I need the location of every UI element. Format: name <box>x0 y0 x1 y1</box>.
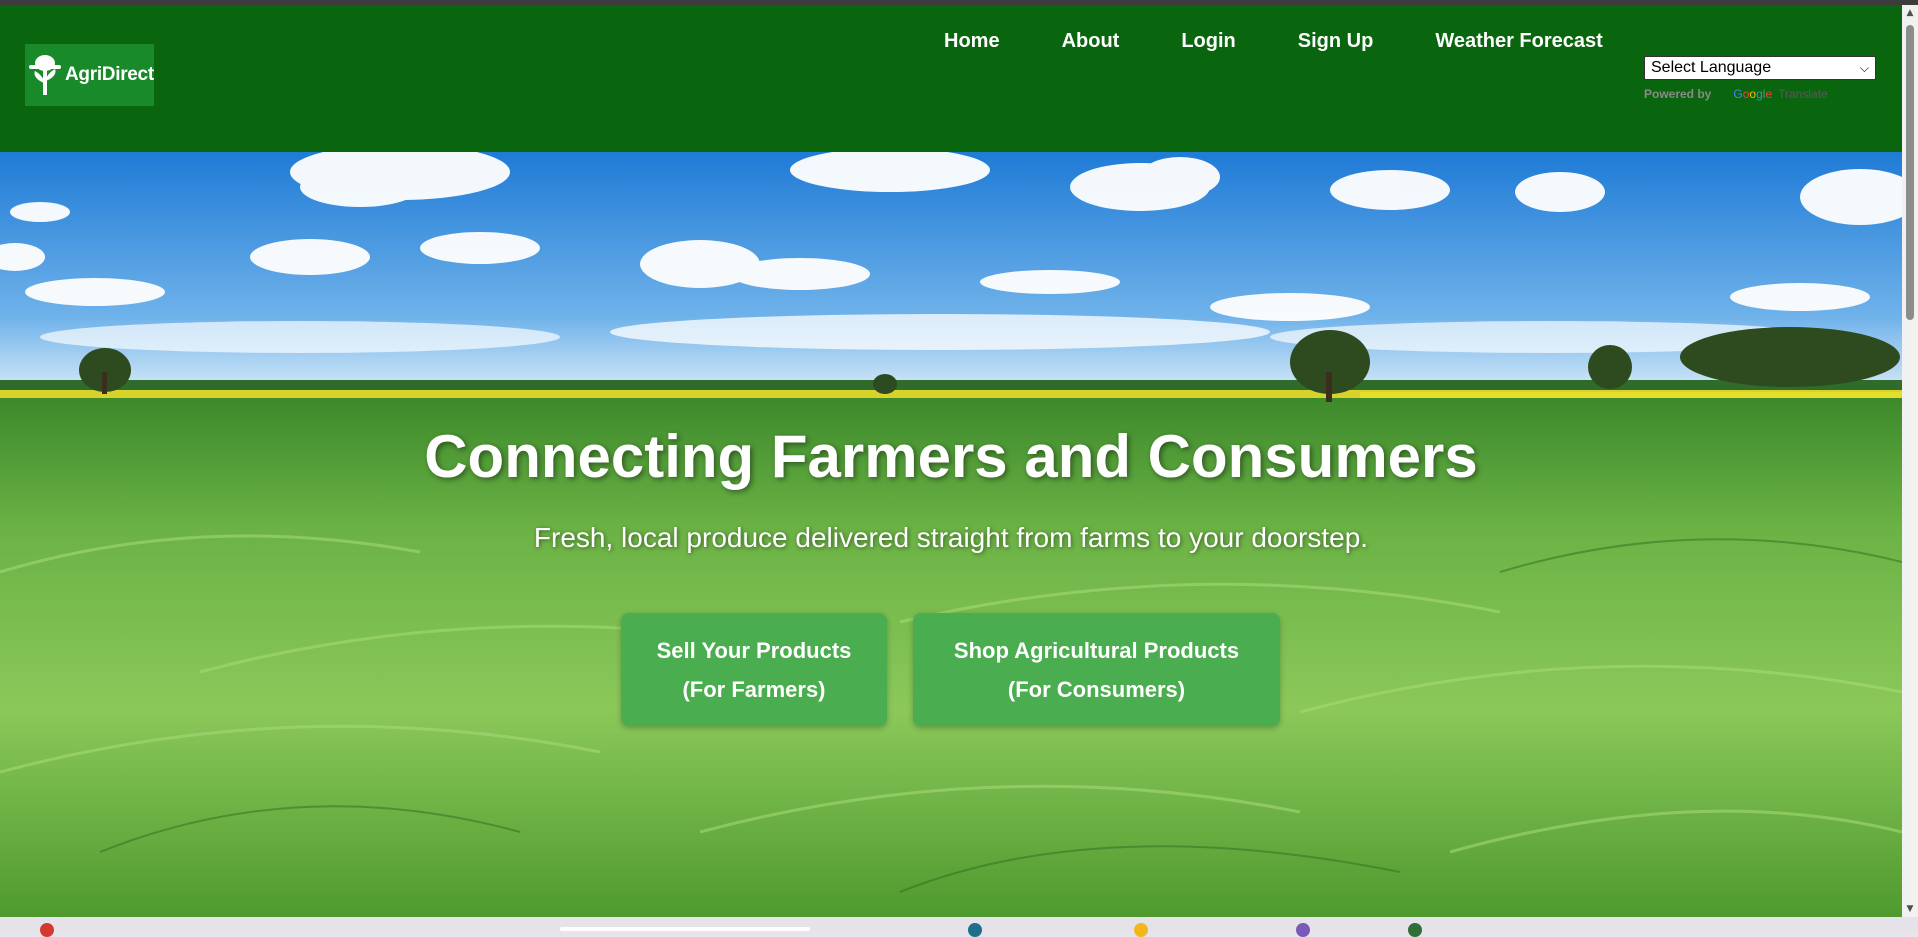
nav-signup-link[interactable]: Sign Up <box>1298 30 1374 53</box>
taskbar-app-icon[interactable] <box>1296 923 1310 937</box>
for-farmers-label: (For Farmers) <box>682 676 826 702</box>
shop-products-button[interactable]: Shop Agricultural Products (For Consumer… <box>913 613 1280 726</box>
google-translate-widget: Select Language ⌵ Powered by Google Tran… <box>1644 56 1876 101</box>
powered-by-label: Powered by <box>1644 87 1712 101</box>
taskbar-strip <box>0 917 1918 937</box>
for-consumers-label: (For Consumers) <box>1007 676 1186 702</box>
vertical-scrollbar[interactable]: ▲ ▼ <box>1902 5 1918 917</box>
nav-home-link[interactable]: Home <box>944 30 1000 53</box>
taskbar-app-icon[interactable] <box>40 923 54 937</box>
taskbar-app-icon[interactable] <box>1134 923 1148 937</box>
language-select[interactable]: Select Language ⌵ <box>1644 56 1876 80</box>
page-viewport: AgriDirect Home About Login Sign Up Weat… <box>0 5 1902 917</box>
language-select-value: Select Language <box>1651 59 1772 76</box>
hero-section: Connecting Farmers and Consumers Fresh, … <box>0 152 1902 917</box>
scroll-thumb[interactable] <box>1906 25 1914 320</box>
brand-name: AgriDirect <box>65 64 154 85</box>
sell-products-button[interactable]: Sell Your Products (For Farmers) <box>621 613 887 726</box>
nav-weather-forecast-link[interactable]: Weather Forecast <box>1435 30 1602 53</box>
taskbar-search-box[interactable] <box>560 927 810 931</box>
scroll-down-arrow-icon[interactable]: ▼ <box>1902 901 1918 917</box>
site-header: AgriDirect Home About Login Sign Up Weat… <box>0 5 1902 152</box>
nav-login-link[interactable]: Login <box>1181 30 1235 53</box>
taskbar-app-icon[interactable] <box>968 923 982 937</box>
main-nav: Home About Login Sign Up Weather Forecas… <box>944 24 1603 58</box>
hero-title: Connecting Farmers and Consumers <box>424 423 1478 490</box>
chevron-down-icon: ⌵ <box>1859 60 1869 75</box>
farmer-tree-icon <box>29 55 61 95</box>
shop-products-label: Shop Agricultural Products <box>953 637 1240 663</box>
taskbar-app-icon[interactable] <box>1408 923 1422 937</box>
hero-subtitle: Fresh, local produce delivered straight … <box>533 522 1369 553</box>
scroll-up-arrow-icon[interactable]: ▲ <box>1902 5 1918 21</box>
brand-logo[interactable]: AgriDirect <box>25 44 154 106</box>
sell-products-label: Sell Your Products <box>656 637 852 663</box>
translate-link[interactable]: Translate <box>1778 87 1828 101</box>
google-logo: Google <box>1733 87 1773 101</box>
powered-by-google: Powered by Google Translate <box>1644 87 1876 101</box>
nav-about-link[interactable]: About <box>1062 30 1120 53</box>
